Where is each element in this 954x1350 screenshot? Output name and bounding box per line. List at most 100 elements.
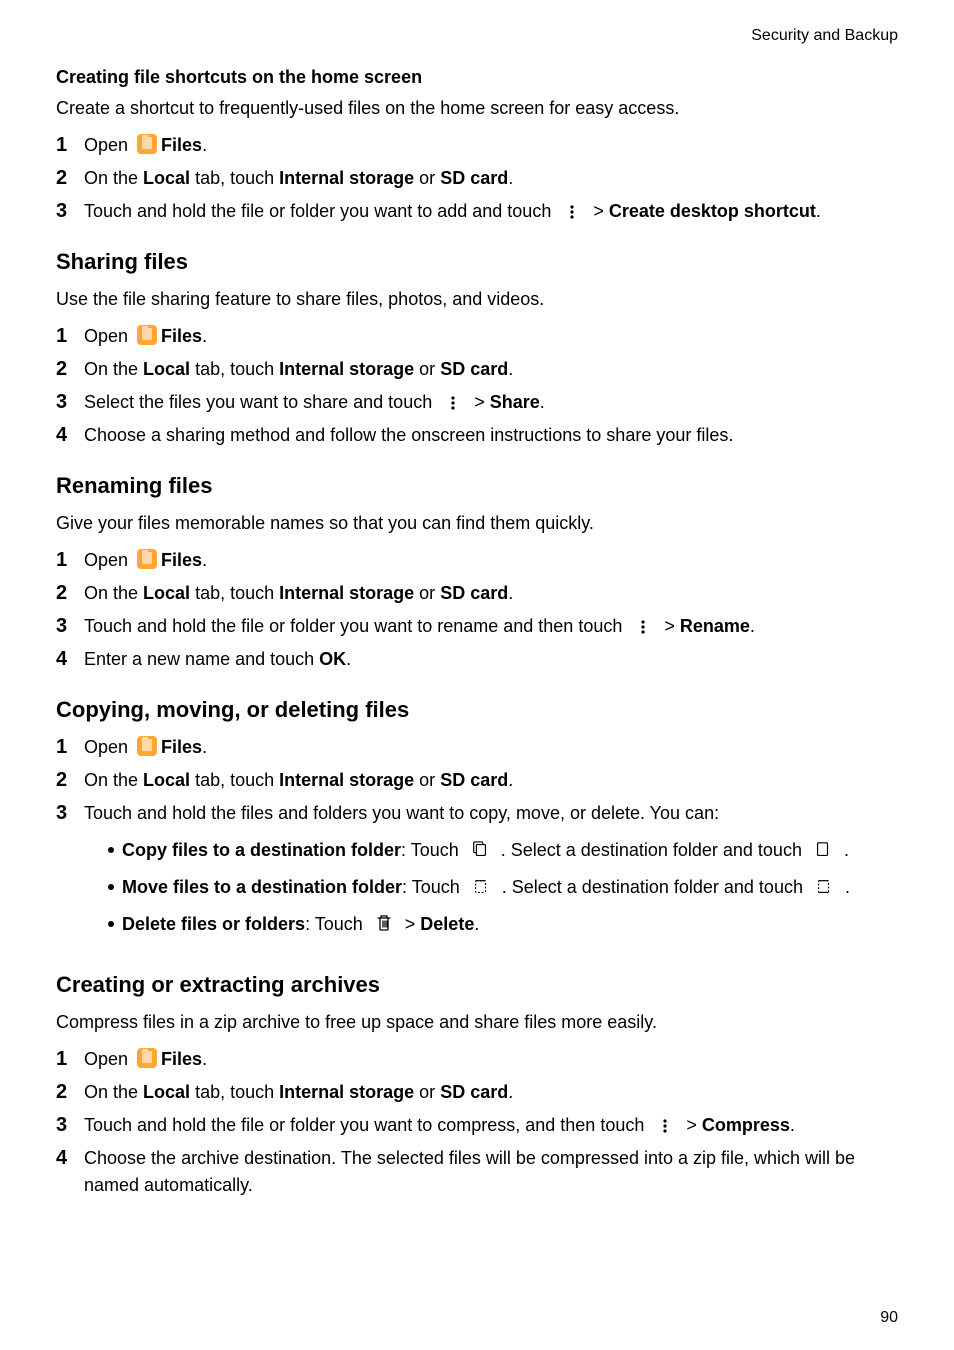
step-text: Choose a sharing method and follow the o…	[84, 422, 898, 449]
option: SD card	[440, 1082, 508, 1102]
heading-create-shortcuts: Creating file shortcuts on the home scre…	[56, 64, 898, 91]
bullet-dot	[108, 847, 114, 853]
heading-archives: Creating or extracting archives	[56, 968, 898, 1001]
text: : Touch	[305, 914, 368, 934]
option: SD card	[440, 583, 508, 603]
text: On the	[84, 168, 143, 188]
bullet-dot	[108, 921, 114, 927]
step-number: 1	[56, 1046, 74, 1072]
action-name: Copy files to a destination folder	[122, 840, 401, 860]
tab-name: Local	[143, 770, 190, 790]
text: .	[840, 877, 850, 897]
app-name: Files	[161, 135, 202, 155]
action-name: Move files to a destination folder	[122, 877, 402, 897]
text: or	[414, 583, 440, 603]
step-number: 3	[56, 800, 74, 826]
text: .	[540, 392, 545, 412]
text: Touch and hold the files and folders you…	[84, 803, 719, 823]
action-name: Delete files or folders	[122, 914, 305, 934]
intro-renaming-files: Give your files memorable names so that …	[56, 510, 898, 537]
text: : Touch	[402, 877, 465, 897]
bullet-text: Copy files to a destination folder: Touc…	[122, 837, 898, 864]
text: Touch and hold the file or folder you wa…	[84, 1115, 649, 1135]
text: tab, touch	[190, 359, 279, 379]
step-text: On the Local tab, touch Internal storage…	[84, 356, 898, 383]
step-number: 2	[56, 165, 74, 191]
text: Enter a new name and touch	[84, 649, 319, 669]
step-number: 3	[56, 613, 74, 639]
tab-name: Local	[143, 168, 190, 188]
text: tab, touch	[190, 1082, 279, 1102]
manual-page: Security and Backup Creating file shortc…	[0, 0, 954, 1350]
bullet-text: Move files to a destination folder: Touc…	[122, 874, 898, 901]
more-vert-icon	[560, 204, 584, 220]
text: tab, touch	[190, 168, 279, 188]
app-name: Files	[161, 550, 202, 570]
text: or	[414, 168, 440, 188]
step-text: Select the files you want to share and t…	[84, 389, 898, 416]
tab-name: Local	[143, 583, 190, 603]
text: .	[816, 201, 821, 221]
text: .	[839, 840, 849, 860]
step-number: 2	[56, 1079, 74, 1105]
step-number: 1	[56, 547, 74, 573]
step-number: 2	[56, 356, 74, 382]
text: or	[414, 359, 440, 379]
step-number: 2	[56, 580, 74, 606]
step-number: 4	[56, 422, 74, 448]
text: .	[508, 583, 513, 603]
option: Internal storage	[279, 168, 414, 188]
step-number: 3	[56, 389, 74, 415]
move-target-icon	[812, 878, 836, 896]
text: Touch and hold the file or folder you wa…	[84, 616, 627, 636]
text: tab, touch	[190, 770, 279, 790]
text: On the	[84, 770, 143, 790]
step-number: 4	[56, 1145, 74, 1171]
text: .	[508, 770, 513, 790]
separator: >	[681, 1115, 702, 1135]
text: On the	[84, 583, 143, 603]
separator: >	[659, 616, 680, 636]
separator: >	[469, 392, 490, 412]
step-text: On the Local tab, touch Internal storage…	[84, 580, 898, 607]
option: Internal storage	[279, 770, 414, 790]
step-number: 1	[56, 323, 74, 349]
option: Internal storage	[279, 1082, 414, 1102]
step-number: 1	[56, 734, 74, 760]
copy-icon	[468, 841, 492, 859]
paste-icon	[811, 841, 835, 859]
text: . Select a destination folder and touch	[497, 877, 808, 897]
step-text: Enter a new name and touch OK.	[84, 646, 898, 673]
step-text: On the Local tab, touch Internal storage…	[84, 1079, 898, 1106]
text: .	[346, 649, 351, 669]
text: Touch and hold the file or folder you wa…	[84, 201, 556, 221]
tab-name: Local	[143, 359, 190, 379]
heading-copy-move-delete: Copying, moving, or deleting files	[56, 693, 898, 726]
app-name: Files	[161, 737, 202, 757]
text: Open	[84, 135, 133, 155]
text: .	[202, 737, 207, 757]
step-text: Choose the archive destination. The sele…	[84, 1145, 898, 1199]
text: Open	[84, 1049, 133, 1069]
step-number: 3	[56, 1112, 74, 1138]
intro-archives: Compress files in a zip archive to free …	[56, 1009, 898, 1036]
app-name: Files	[161, 1049, 202, 1069]
text: Open	[84, 737, 133, 757]
step-text: Open Files.	[84, 323, 898, 350]
text: or	[414, 1082, 440, 1102]
menu-item: Share	[490, 392, 540, 412]
move-icon	[469, 878, 493, 896]
option: SD card	[440, 168, 508, 188]
text: tab, touch	[190, 583, 279, 603]
step-number: 3	[56, 198, 74, 224]
page-number: 90	[880, 1306, 898, 1330]
option: SD card	[440, 359, 508, 379]
text: .	[474, 914, 479, 934]
bullet-text: Delete files or folders: Touch > Delete.	[122, 911, 898, 938]
text: .	[202, 1049, 207, 1069]
option: Internal storage	[279, 583, 414, 603]
separator: >	[588, 201, 609, 221]
text: On the	[84, 1082, 143, 1102]
text: Open	[84, 550, 133, 570]
separator: >	[400, 914, 421, 934]
